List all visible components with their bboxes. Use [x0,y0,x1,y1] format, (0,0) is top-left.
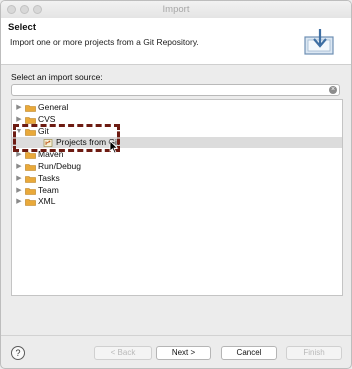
collapsed-arrow-icon[interactable]: ▶ [15,161,23,172]
collapsed-arrow-icon[interactable]: ▶ [15,185,23,196]
import-source-tree[interactable]: ▶ General ▶ CVS ▼ Git Projects from Git ▶ Maven ▶… [11,99,343,296]
import-source-label: Select an import source: [11,72,103,82]
page-description: Import one or more projects from a Git R… [10,37,199,47]
tree-item[interactable]: ▼ Git [12,126,342,137]
tree-item[interactable]: Projects from Git [12,137,342,149]
import-wizard-icon [304,29,334,55]
tree-item-label: Tasks [38,172,60,183]
collapsed-arrow-icon[interactable]: ▶ [15,114,23,125]
page-title: Select [8,22,36,33]
tree-item[interactable]: ▶ Maven [12,149,342,160]
tree-item-label: Maven [38,149,64,160]
folder-icon [25,116,36,124]
tree-item[interactable]: ▶ Tasks [12,173,342,184]
import-dialog: Import Select Import one or more project… [0,0,352,369]
tree-item-label: General [38,102,69,112]
collapsed-arrow-icon[interactable]: ▶ [15,102,23,113]
tree-item[interactable]: ▶ XML [12,196,342,207]
folder-icon [25,105,36,112]
mouse-cursor-icon [109,140,119,154]
folder-icon [25,187,36,195]
wizard-header: Select Import one or more projects from … [1,18,351,65]
folder-icon [25,152,36,159]
footer-separator [1,335,351,336]
tree-item[interactable]: ▶ CVS [12,114,342,125]
git-project-icon [43,139,53,148]
tree-item[interactable]: ▶ General [12,102,342,113]
collapsed-arrow-icon[interactable]: ▶ [15,173,23,184]
tree-item-label: Git [38,125,49,136]
collapsed-arrow-icon[interactable]: ▶ [15,196,23,207]
next-button[interactable]: Next > [156,346,211,360]
title-bar: Import [1,1,351,19]
folder-icon [25,199,36,207]
folder-open-icon [25,128,36,136]
window-title: Import [162,4,190,15]
tree-item-label: XML [38,196,56,207]
finish-button[interactable]: Finish [286,346,342,360]
tree-item-label: CVS [38,113,56,124]
help-button[interactable]: ? [11,346,25,360]
folder-icon [25,164,36,171]
back-button[interactable]: < Back [94,346,152,360]
collapsed-arrow-icon[interactable]: ▶ [15,149,23,160]
tree-item-label: Team [38,184,59,195]
expanded-arrow-icon[interactable]: ▼ [15,126,23,137]
tree-item-label: Run/Debug [38,161,82,171]
filter-input[interactable]: × [11,84,340,96]
folder-icon [25,175,36,183]
tree-item[interactable]: ▶ Run/Debug [12,161,342,172]
cancel-button[interactable]: Cancel [221,346,277,360]
clear-filter-icon[interactable]: × [329,86,337,94]
tree-item[interactable]: ▶ Team [12,185,342,196]
